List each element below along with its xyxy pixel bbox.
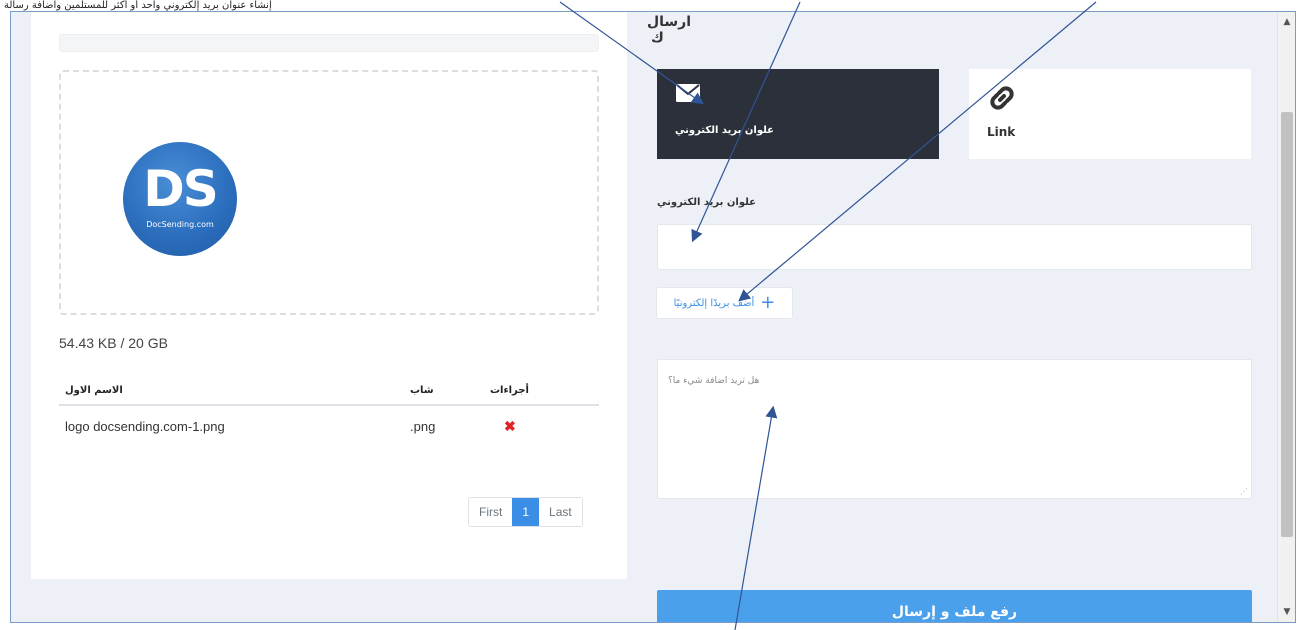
- file-dropzone[interactable]: DS DocSending.com: [59, 70, 599, 315]
- file-type-cell: .png: [410, 419, 436, 434]
- app-frame: DS DocSending.com 54.43 KB / 20 GB الاسم…: [10, 11, 1296, 623]
- scrollbar-thumb[interactable]: [1281, 112, 1293, 537]
- delete-icon[interactable]: ✖: [490, 418, 516, 435]
- file-name-cell: logo docsending.com-1.png: [65, 419, 225, 434]
- add-email-label: أضف بريدًا إلكترونيًا: [673, 297, 755, 309]
- send-mode-email-card[interactable]: علوان بريد الكتروني: [657, 69, 939, 159]
- link-icon: [987, 83, 1233, 113]
- uploaded-logo-preview: DS DocSending.com: [123, 142, 237, 256]
- add-email-button[interactable]: أضف بريدًا إلكترونيًا +: [656, 287, 793, 319]
- pagination-page-button[interactable]: 1: [512, 498, 540, 526]
- logo-monogram: DS: [143, 160, 219, 218]
- scroll-up-icon[interactable]: ▲: [1278, 14, 1295, 30]
- file-actions-cell: ✖: [484, 405, 599, 443]
- resize-grip-icon[interactable]: ⋰: [1240, 487, 1248, 496]
- pagination-first-button[interactable]: First: [469, 498, 513, 526]
- plus-icon: +: [760, 292, 776, 313]
- column-header-type: شاب: [404, 385, 484, 406]
- send-mode-email-label: علوان بريد الكتروني: [675, 125, 775, 136]
- column-header-actions: أجراءات: [484, 385, 599, 406]
- envelope-icon: [675, 83, 921, 113]
- files-table: الاسم الاول شاب أجراءات logo docsending.…: [59, 385, 599, 443]
- scroll-down-icon[interactable]: ▼: [1278, 604, 1295, 620]
- pagination-last-button[interactable]: Last: [539, 498, 582, 526]
- storage-usage: 54.43 KB / 20 GB: [59, 335, 168, 351]
- upload-and-send-button[interactable]: رفع ملف و إرسال: [657, 590, 1252, 622]
- pagination: First 1 Last: [468, 497, 583, 527]
- logo-text: DocSending.com: [146, 220, 214, 229]
- email-field-label: علوان بريد الكتروني: [657, 197, 757, 208]
- column-header-name: الاسم الاول: [59, 385, 404, 406]
- message-textarea[interactable]: هل تريد اضافة شيء ما؟ ⋰: [657, 359, 1252, 499]
- page-scrollbar[interactable]: ▲ ▼: [1277, 12, 1295, 622]
- message-placeholder: هل تريد اضافة شيء ما؟: [668, 376, 760, 386]
- upload-progress-bar: [59, 34, 599, 52]
- upload-panel: DS DocSending.com 54.43 KB / 20 GB الاسم…: [31, 12, 627, 579]
- send-mode-link-label: Link: [987, 125, 1016, 139]
- send-mode-link-card[interactable]: Link: [969, 69, 1251, 159]
- table-row: logo docsending.com-1.png .png ✖: [59, 405, 599, 443]
- send-section-title: ارسال ك: [646, 14, 691, 46]
- email-field[interactable]: [657, 224, 1252, 270]
- table-header-row: الاسم الاول شاب أجراءات: [59, 385, 599, 406]
